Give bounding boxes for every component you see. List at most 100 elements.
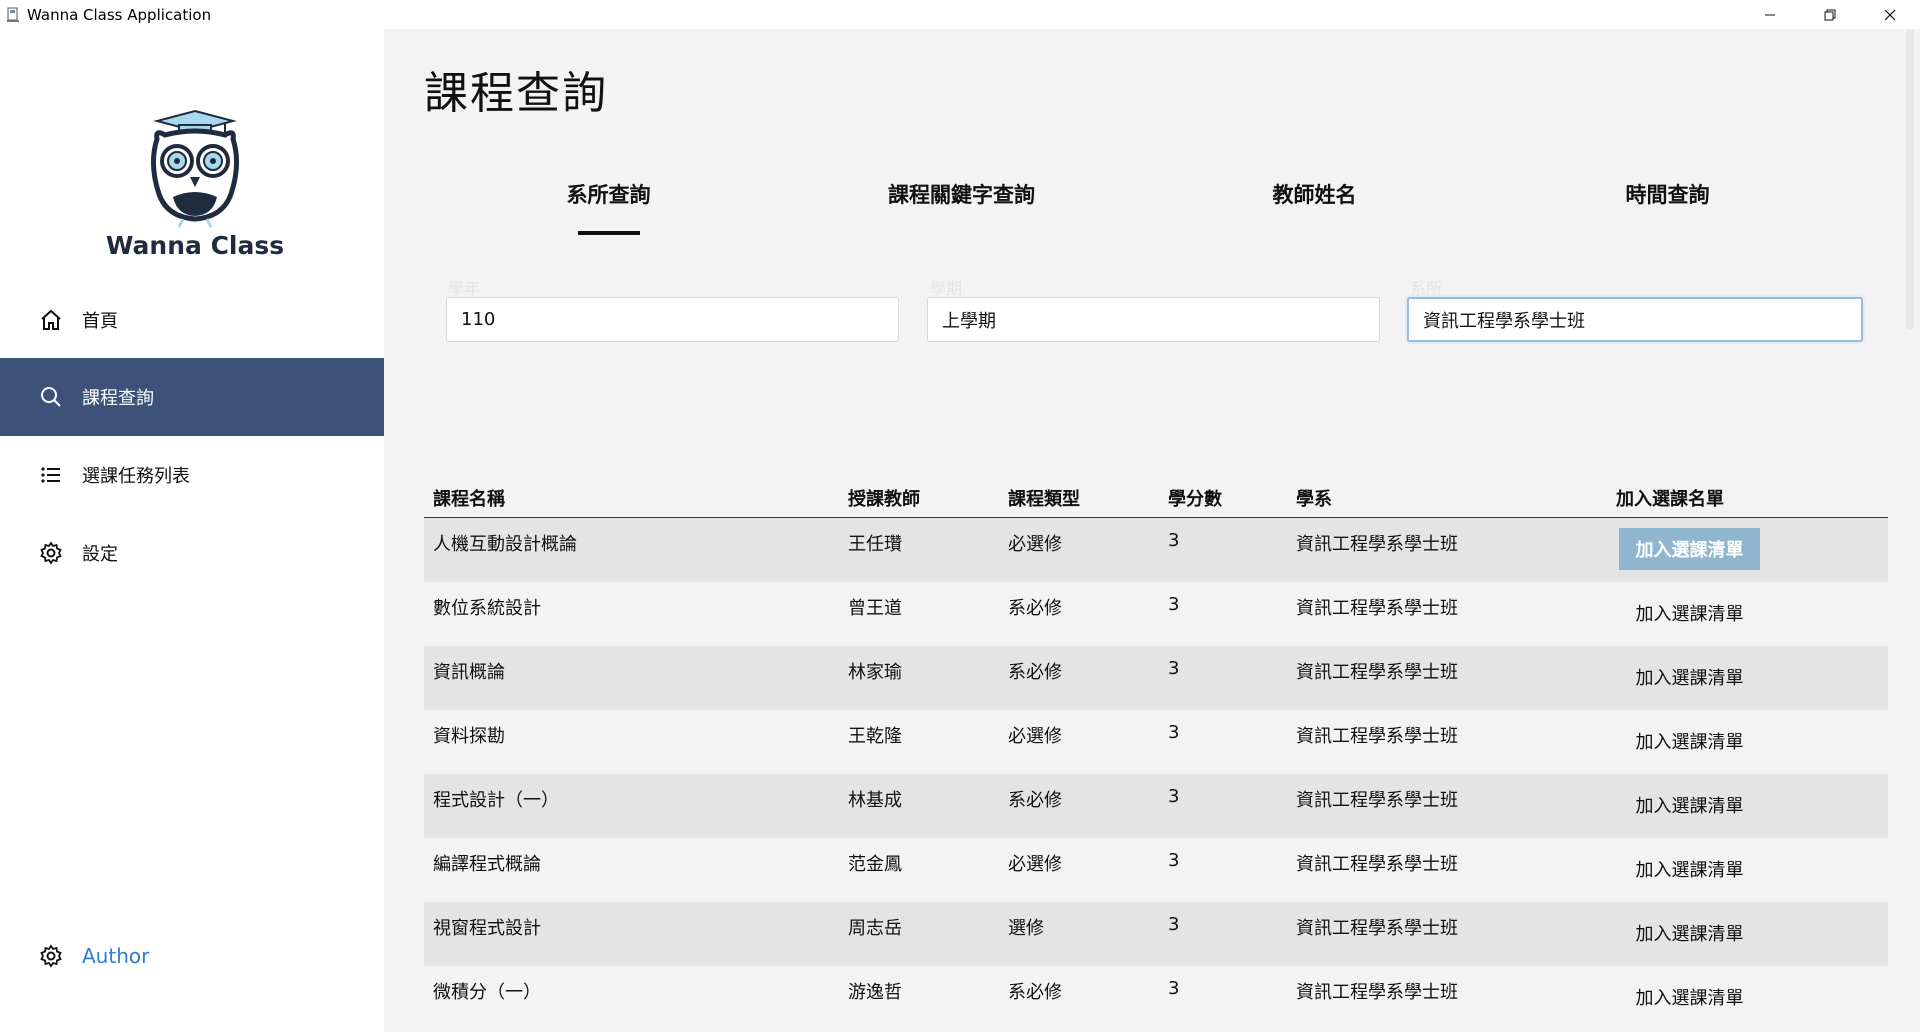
table-row: 程式設計（一） 林基成 系必修 3 資訊工程學系學士班 加入選課清單 <box>424 774 1888 838</box>
year-field[interactable]: 110 <box>446 297 899 342</box>
course-teacher: 周志岳 <box>848 918 902 939</box>
table-row: 編譯程式概論 范金鳳 必選修 3 資訊工程學系學士班 加入選課清單 <box>424 838 1888 902</box>
sidebar-item-label: 選課任務列表 <box>82 466 190 487</box>
course-credits: 3 <box>1168 786 1180 807</box>
add-to-list-button[interactable]: 加入選課清單 <box>1619 528 1760 570</box>
active-tab-indicator <box>577 231 640 235</box>
sidebar-item-settings[interactable]: 設定 <box>0 514 384 592</box>
tab-keyword[interactable]: 課程關鍵字查詢 <box>777 179 1146 209</box>
course-credits: 3 <box>1168 850 1180 871</box>
add-to-list-button[interactable]: 加入選課清單 <box>1619 656 1760 698</box>
sidebar-item-label: 首頁 <box>82 311 118 332</box>
sidebar-item-label: 設定 <box>82 544 118 565</box>
course-teacher: 曾王道 <box>848 598 902 619</box>
add-to-list-button[interactable]: 加入選課清單 <box>1619 848 1760 890</box>
course-name: 資料探勘 <box>433 726 505 747</box>
header-course-type: 課程類型 <box>1008 489 1080 510</box>
course-teacher: 王乾隆 <box>848 726 902 747</box>
table-row: 資訊概論 林家瑜 系必修 3 資訊工程學系學士班 加入選課清單 <box>424 646 1888 710</box>
course-department: 資訊工程學系學士班 <box>1296 982 1458 1003</box>
header-credits: 學分數 <box>1168 489 1222 510</box>
course-name: 資訊概論 <box>433 662 505 683</box>
course-teacher: 游逸哲 <box>848 982 902 1003</box>
sidebar-item-course-search[interactable]: 課程查詢 <box>0 358 384 436</box>
close-button[interactable] <box>1860 0 1920 29</box>
header-course-name: 課程名稱 <box>433 489 505 510</box>
tab-label: 時間查詢 <box>1625 183 1710 207</box>
add-to-list-button[interactable]: 加入選課清單 <box>1619 912 1760 954</box>
sidebar-item-task-list[interactable]: 選課任務列表 <box>0 436 384 514</box>
sidebar-item-author[interactable]: Author <box>0 917 384 995</box>
course-department: 資訊工程學系學士班 <box>1296 854 1458 875</box>
sidebar-item-label: 課程查詢 <box>82 388 154 409</box>
tab-department[interactable]: 系所查詢 <box>424 179 793 235</box>
add-to-list-button[interactable]: 加入選課清單 <box>1619 592 1760 634</box>
course-department: 資訊工程學系學士班 <box>1296 918 1458 939</box>
semester-label: 學期 <box>930 279 963 298</box>
table-row: 視窗程式設計 周志岳 選修 3 資訊工程學系學士班 加入選課清單 <box>424 902 1888 966</box>
table-row: 資料探勘 王乾隆 必選修 3 資訊工程學系學士班 加入選課清單 <box>424 710 1888 774</box>
header-department: 學系 <box>1296 489 1332 510</box>
owl-logo-icon <box>151 109 239 228</box>
table-row: 微積分（一） 游逸哲 系必修 3 資訊工程學系學士班 加入選課清單 <box>424 966 1888 1030</box>
course-name: 數位系統設計 <box>433 598 541 619</box>
title-bar: Wanna Class Application <box>0 0 1920 29</box>
tab-teacher[interactable]: 教師姓名 <box>1130 179 1499 209</box>
course-department: 資訊工程學系學士班 <box>1296 534 1458 555</box>
search-icon <box>38 384 64 410</box>
course-credits: 3 <box>1168 978 1180 999</box>
course-credits: 3 <box>1168 594 1180 615</box>
search-tabs: 系所查詢 課程關鍵字查詢 教師姓名 時間查詢 <box>424 179 1900 239</box>
course-type: 系必修 <box>1008 790 1062 811</box>
list-icon <box>38 462 64 488</box>
tab-time[interactable]: 時間查詢 <box>1483 179 1852 209</box>
author-link[interactable]: Author <box>82 944 149 968</box>
page-title: 課程查詢 <box>424 68 608 119</box>
year-label: 學年 <box>448 279 481 298</box>
course-teacher: 范金鳳 <box>848 854 902 875</box>
course-credits: 3 <box>1168 530 1180 551</box>
department-field[interactable]: 資訊工程學系學士班 <box>1407 297 1863 342</box>
minimize-button[interactable] <box>1740 0 1800 29</box>
course-name: 人機互動設計概論 <box>433 534 577 555</box>
course-type: 必選修 <box>1008 854 1062 875</box>
app-logo: Wanna Class <box>105 69 285 260</box>
course-name: 微積分（一） <box>433 982 541 1003</box>
course-teacher: 林基成 <box>848 790 902 811</box>
course-teacher: 王任瓚 <box>848 534 902 555</box>
course-type: 選修 <box>1008 918 1044 939</box>
course-type: 必選修 <box>1008 534 1062 555</box>
sidebar-item-home[interactable]: 首頁 <box>0 281 384 359</box>
restore-icon <box>1824 9 1836 20</box>
minimize-icon <box>1765 14 1775 15</box>
course-type: 系必修 <box>1008 662 1062 683</box>
course-type: 系必修 <box>1008 982 1062 1003</box>
course-credits: 3 <box>1168 722 1180 743</box>
year-value: 110 <box>461 309 496 330</box>
course-teacher: 林家瑜 <box>848 662 902 683</box>
table-row: 數位系統設計 曾王道 系必修 3 資訊工程學系學士班 加入選課清單 <box>424 582 1888 646</box>
semester-field[interactable]: 上學期 <box>927 297 1380 342</box>
course-type: 系必修 <box>1008 598 1062 619</box>
add-to-list-button[interactable]: 加入選課清單 <box>1619 720 1760 762</box>
add-to-list-button[interactable]: 加入選課清單 <box>1619 784 1760 826</box>
department-label: 系所 <box>1410 279 1443 298</box>
sidebar: Wanna Class 首頁 課程查詢 選課任務列表 設定 Author <box>0 29 384 1032</box>
course-department: 資訊工程學系學士班 <box>1296 662 1458 683</box>
course-table: 課程名稱 授課教師 課程類型 學分數 學系 加入選課名單 人機互動設計概論 王任… <box>424 476 1888 1030</box>
course-name: 程式設計（一） <box>433 790 559 811</box>
course-department: 資訊工程學系學士班 <box>1296 726 1458 747</box>
restore-button[interactable] <box>1800 0 1860 29</box>
course-department: 資訊工程學系學士班 <box>1296 598 1458 619</box>
semester-value: 上學期 <box>942 310 996 332</box>
course-department: 資訊工程學系學士班 <box>1296 790 1458 811</box>
tab-label: 教師姓名 <box>1272 183 1357 207</box>
course-type: 必選修 <box>1008 726 1062 747</box>
vertical-scrollbar[interactable] <box>1906 29 1914 329</box>
add-to-list-button[interactable]: 加入選課清單 <box>1619 976 1760 1018</box>
header-teacher: 授課教師 <box>848 489 920 510</box>
gear-icon <box>38 943 64 969</box>
close-icon <box>1884 9 1896 20</box>
course-credits: 3 <box>1168 658 1180 679</box>
course-name: 視窗程式設計 <box>433 918 541 939</box>
